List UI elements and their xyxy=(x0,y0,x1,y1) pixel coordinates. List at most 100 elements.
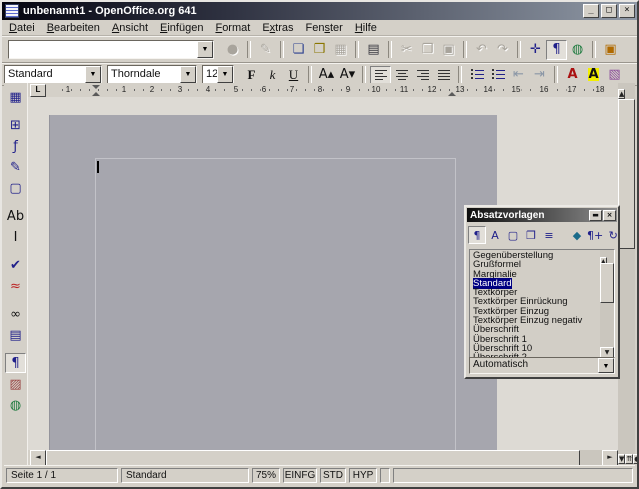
font-color-button[interactable]: A xyxy=(562,66,583,84)
auto-spellcheck-button[interactable]: ≈ xyxy=(5,276,26,296)
gallery-button[interactable]: ▣ xyxy=(600,40,621,60)
menu-einfuegen[interactable]: Einfügen xyxy=(154,22,209,34)
minimize-button[interactable]: _ xyxy=(583,4,599,18)
menu-format[interactable]: Format xyxy=(209,22,256,34)
insert-fields-button[interactable]: ƒ xyxy=(5,136,26,156)
insert-button[interactable]: ⊞ xyxy=(5,115,26,135)
hyperlink-dialog-button[interactable]: ◍ xyxy=(567,40,588,60)
vertical-scrollbar[interactable]: ▲▼⇈●⇊ xyxy=(618,83,635,466)
style-filter-dropdown-button[interactable]: ▼ xyxy=(598,358,614,373)
navigation-button[interactable]: ● xyxy=(633,454,639,464)
insert-table-button[interactable]: ▦ xyxy=(5,87,26,107)
maximize-button[interactable]: □ xyxy=(601,4,617,18)
paragraph-style-combobox-dropdown-button[interactable]: ▼ xyxy=(85,66,101,83)
stylist-toggle-button[interactable]: ¶ xyxy=(546,40,567,60)
align-center-button[interactable] xyxy=(391,66,412,84)
reduce-font-button[interactable]: A▾ xyxy=(337,66,358,84)
menu-ansicht[interactable]: Ansicht xyxy=(106,22,154,34)
numbering-styles-button[interactable]: ≡ xyxy=(540,226,558,244)
edit-file-button[interactable]: ✎ xyxy=(255,40,276,60)
menu-fenster[interactable]: Fenster xyxy=(300,22,349,34)
open-file-button[interactable]: ❒ xyxy=(309,40,330,60)
close-button[interactable]: × xyxy=(619,4,635,18)
online-layout-button[interactable]: ◍ xyxy=(5,395,26,415)
url-combobox[interactable]: ▼ xyxy=(8,40,214,59)
font-name-combobox[interactable]: Thorndale▼ xyxy=(107,65,197,84)
font-size-combobox[interactable]: 12▼ xyxy=(202,65,234,84)
horizontal-scrollbar[interactable]: ◄ ► xyxy=(30,450,618,466)
style-filter-combobox[interactable]: Automatisch ▼ xyxy=(469,357,615,374)
stylist-stick-button[interactable]: ▬ xyxy=(589,210,602,221)
frame-styles-button[interactable]: ▢ xyxy=(504,226,522,244)
menu-extras[interactable]: Extras xyxy=(256,22,299,34)
style-list[interactable]: GegenüberstellungGrußformelMarginalieSta… xyxy=(469,249,615,361)
update-style-button[interactable]: ↻ xyxy=(604,226,622,244)
find-replace-button[interactable]: ∞ xyxy=(5,304,26,324)
increase-indent-button[interactable]: ⇥ xyxy=(529,66,550,84)
navigator-toggle-button[interactable]: ✛ xyxy=(525,40,546,60)
doc-modified-indicator[interactable] xyxy=(380,468,390,483)
insert-mode-indicator[interactable]: EINFG xyxy=(283,468,317,483)
graphics-on-off-button[interactable]: ▨ xyxy=(5,374,26,394)
draw-functions-button[interactable]: ✎ xyxy=(5,157,26,177)
new-style-from-selection-button[interactable]: ¶+ xyxy=(586,226,604,244)
autotext-button[interactable]: Ab xyxy=(5,206,26,226)
underline-button[interactable]: U xyxy=(283,66,304,84)
document-page[interactable] xyxy=(49,115,497,450)
numbering-on-off-button[interactable] xyxy=(466,66,487,84)
page-styles-button[interactable]: ❐ xyxy=(522,226,540,244)
print-button[interactable]: ▤ xyxy=(363,40,384,60)
paste-button[interactable]: ▣ xyxy=(438,40,459,60)
horizontal-ruler[interactable]: L 1123456789101112131415161718 xyxy=(28,83,618,98)
horizontal-scrollbar-thumb[interactable] xyxy=(46,450,580,466)
paragraph-style-combobox[interactable]: Standard▼ xyxy=(4,65,102,84)
redo-button[interactable]: ↷ xyxy=(492,40,513,60)
save-button[interactable]: ▦ xyxy=(330,40,351,60)
stylist-titlebar[interactable]: Absatzvorlagen ▬× xyxy=(467,208,617,222)
left-indent-marker[interactable] xyxy=(92,92,100,96)
stylist-close-button[interactable]: × xyxy=(603,210,616,221)
status-extra-field[interactable] xyxy=(393,468,633,483)
spellcheck-button[interactable]: ✔ xyxy=(5,255,26,275)
cut-button[interactable]: ✂ xyxy=(396,40,417,60)
data-sources-button[interactable]: ▤ xyxy=(5,325,26,345)
decrease-indent-button[interactable]: ⇤ xyxy=(508,66,529,84)
italic-button[interactable]: k xyxy=(262,66,283,84)
tab-type-selector[interactable]: L xyxy=(30,84,46,97)
character-styles-button[interactable]: A xyxy=(486,226,504,244)
align-right-button[interactable] xyxy=(412,66,433,84)
stylist-window[interactable]: Absatzvorlagen ▬× ¶A▢❐≡◆¶+↻ Gegenüberste… xyxy=(464,205,620,379)
menu-datei[interactable]: Datei xyxy=(3,22,41,34)
bullets-on-off-button[interactable] xyxy=(487,66,508,84)
font-name-combobox-dropdown-button[interactable]: ▼ xyxy=(180,66,196,83)
page-style-indicator[interactable]: Standard xyxy=(121,468,249,483)
nonprinting-characters-button[interactable]: ¶ xyxy=(5,353,26,373)
selection-mode-indicator[interactable]: STD xyxy=(320,468,346,483)
paragraph-background-button[interactable]: ▧ xyxy=(604,66,625,84)
stop-loading-button[interactable]: ● xyxy=(222,40,243,60)
scroll-left-button[interactable]: ◄ xyxy=(30,450,46,466)
direct-cursor-button[interactable]: I xyxy=(5,227,26,247)
align-justify-button[interactable] xyxy=(433,66,454,84)
increase-font-button[interactable]: A▴ xyxy=(316,66,337,84)
page-indicator[interactable]: Seite 1 / 1 xyxy=(6,468,118,483)
scroll-right-button[interactable]: ► xyxy=(602,450,618,466)
url-combobox-dropdown-button[interactable]: ▼ xyxy=(197,41,213,58)
font-size-combobox-dropdown-button[interactable]: ▼ xyxy=(217,66,233,83)
form-functions-button[interactable]: ▢ xyxy=(5,178,26,198)
text-area[interactable] xyxy=(95,158,456,450)
style-list-scrollbar-thumb[interactable] xyxy=(600,263,614,303)
first-line-indent-marker[interactable] xyxy=(92,85,100,89)
highlighting-button[interactable]: A xyxy=(583,66,604,84)
align-left-button[interactable] xyxy=(370,66,391,84)
menu-bearbeiten[interactable]: Bearbeiten xyxy=(41,22,106,34)
scroll-up-button[interactable]: ▲ xyxy=(618,89,625,99)
copy-button[interactable]: ❐ xyxy=(417,40,438,60)
new-document-button[interactable]: ❏ xyxy=(288,40,309,60)
zoom-level[interactable]: 75% xyxy=(252,468,280,483)
hyperlink-mode-indicator[interactable]: HYP xyxy=(349,468,377,483)
menu-hilfe[interactable]: Hilfe xyxy=(349,22,383,34)
undo-button[interactable]: ↶ xyxy=(471,40,492,60)
bold-button[interactable]: F xyxy=(241,66,262,84)
fill-format-mode-button[interactable]: ◆ xyxy=(568,226,586,244)
